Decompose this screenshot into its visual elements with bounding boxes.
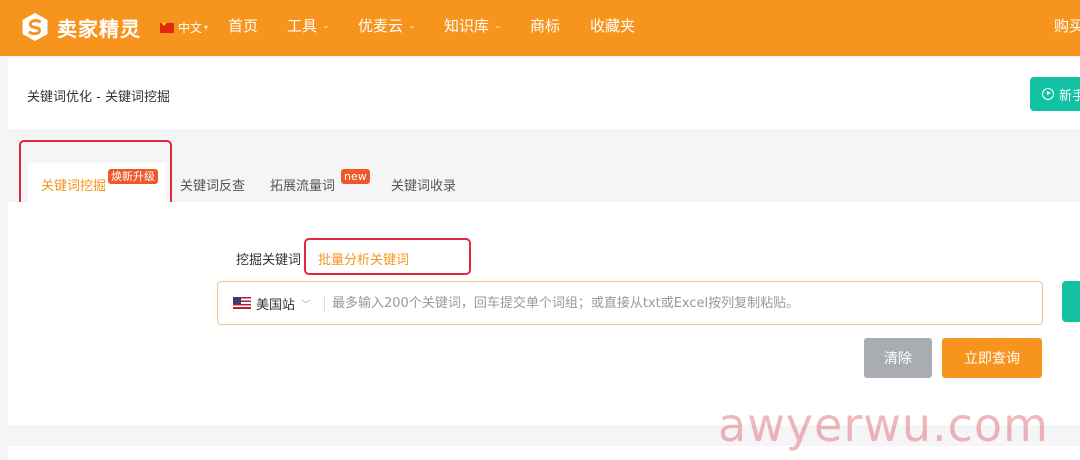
chevron-down-icon: ⌄ [494, 20, 502, 31]
marketplace-label: 美国站 [256, 297, 296, 313]
nav-buy[interactable]: 购买 [1054, 15, 1080, 36]
nav-tools[interactable]: 工具 ⌄ [287, 15, 330, 36]
subtab-mine-keywords-label: 挖掘关键词 [236, 253, 302, 268]
nav-knowledge-base[interactable]: 知识库 ⌄ [444, 15, 502, 36]
chevron-down-icon: ⌄ [322, 20, 330, 31]
keyword-search-box: 美国站 ﹀ [217, 281, 1043, 325]
china-flag-icon [160, 20, 174, 33]
clear-button[interactable]: 清除 [864, 338, 932, 378]
divider [324, 295, 325, 312]
subtab-mine-keywords[interactable]: 挖掘关键词 [236, 249, 301, 268]
tab-traffic-expansion[interactable]: 拓展流量词 [270, 175, 335, 194]
nav-youmaiyun-label: 优麦云 [358, 17, 404, 35]
chevron-down-icon: ⌄ [408, 20, 416, 31]
nav-home-label: 首页 [228, 17, 259, 35]
top-nav-bar: 卖家精灵 中文 ▾ 首页 工具 ⌄ 优麦云 ⌄ 知识库 ⌄ 商标 收藏夹 购买 [0, 0, 1080, 56]
logo-text: 卖家精灵 [57, 16, 141, 41]
nav-tools-label: 工具 [287, 17, 318, 35]
highlight-box-subtab [304, 238, 471, 275]
breadcrumb: 关键词优化 - 关键词挖掘 [27, 90, 170, 105]
language-selector[interactable]: 中文 ▾ [160, 19, 208, 36]
breadcrumb-panel: 关键词优化 - 关键词挖掘 [8, 57, 1080, 129]
chevron-down-icon: ﹀ [301, 299, 312, 311]
tab-reverse-asin[interactable]: 关键词反查 [180, 175, 245, 194]
side-action-button[interactable] [1062, 281, 1080, 322]
query-button[interactable]: 立即查询 [942, 338, 1042, 378]
tab-reverse-asin-label: 关键词反查 [180, 179, 246, 194]
play-circle-icon [1042, 88, 1054, 100]
query-button-label: 立即查询 [964, 351, 1020, 367]
nav-favorites[interactable]: 收藏夹 [590, 15, 635, 36]
highlight-box-tab [19, 140, 172, 208]
us-flag-icon [233, 297, 251, 309]
chevron-down-icon: ▾ [204, 23, 209, 32]
keyword-input[interactable] [332, 290, 1032, 316]
marketplace-select[interactable]: 美国站 ﹀ [233, 282, 311, 324]
nav-home[interactable]: 首页 [228, 15, 258, 36]
tab-keyword-index[interactable]: 关键词收录 [391, 175, 456, 194]
tab-traffic-expansion-label: 拓展流量词 [270, 179, 336, 194]
nav-buy-label: 购买 [1054, 17, 1080, 35]
beginner-guide-button[interactable]: 新手 [1030, 77, 1080, 111]
nav-youmaiyun[interactable]: 优麦云 ⌄ [358, 15, 416, 36]
nav-favorites-label: 收藏夹 [590, 17, 636, 35]
watermark: awyerwu.com [718, 398, 1049, 452]
logo-icon [22, 13, 48, 41]
tab-keyword-index-label: 关键词收录 [391, 179, 457, 194]
tab-badge-new: new [341, 169, 370, 184]
nav-knowledge-base-label: 知识库 [444, 17, 490, 35]
nav-trademark-label: 商标 [530, 17, 561, 35]
nav-trademark[interactable]: 商标 [530, 15, 560, 36]
clear-button-label: 清除 [884, 351, 912, 367]
beginner-guide-label: 新手 [1059, 88, 1080, 104]
language-label: 中文 [178, 21, 203, 35]
logo[interactable]: 卖家精灵 [20, 12, 141, 42]
